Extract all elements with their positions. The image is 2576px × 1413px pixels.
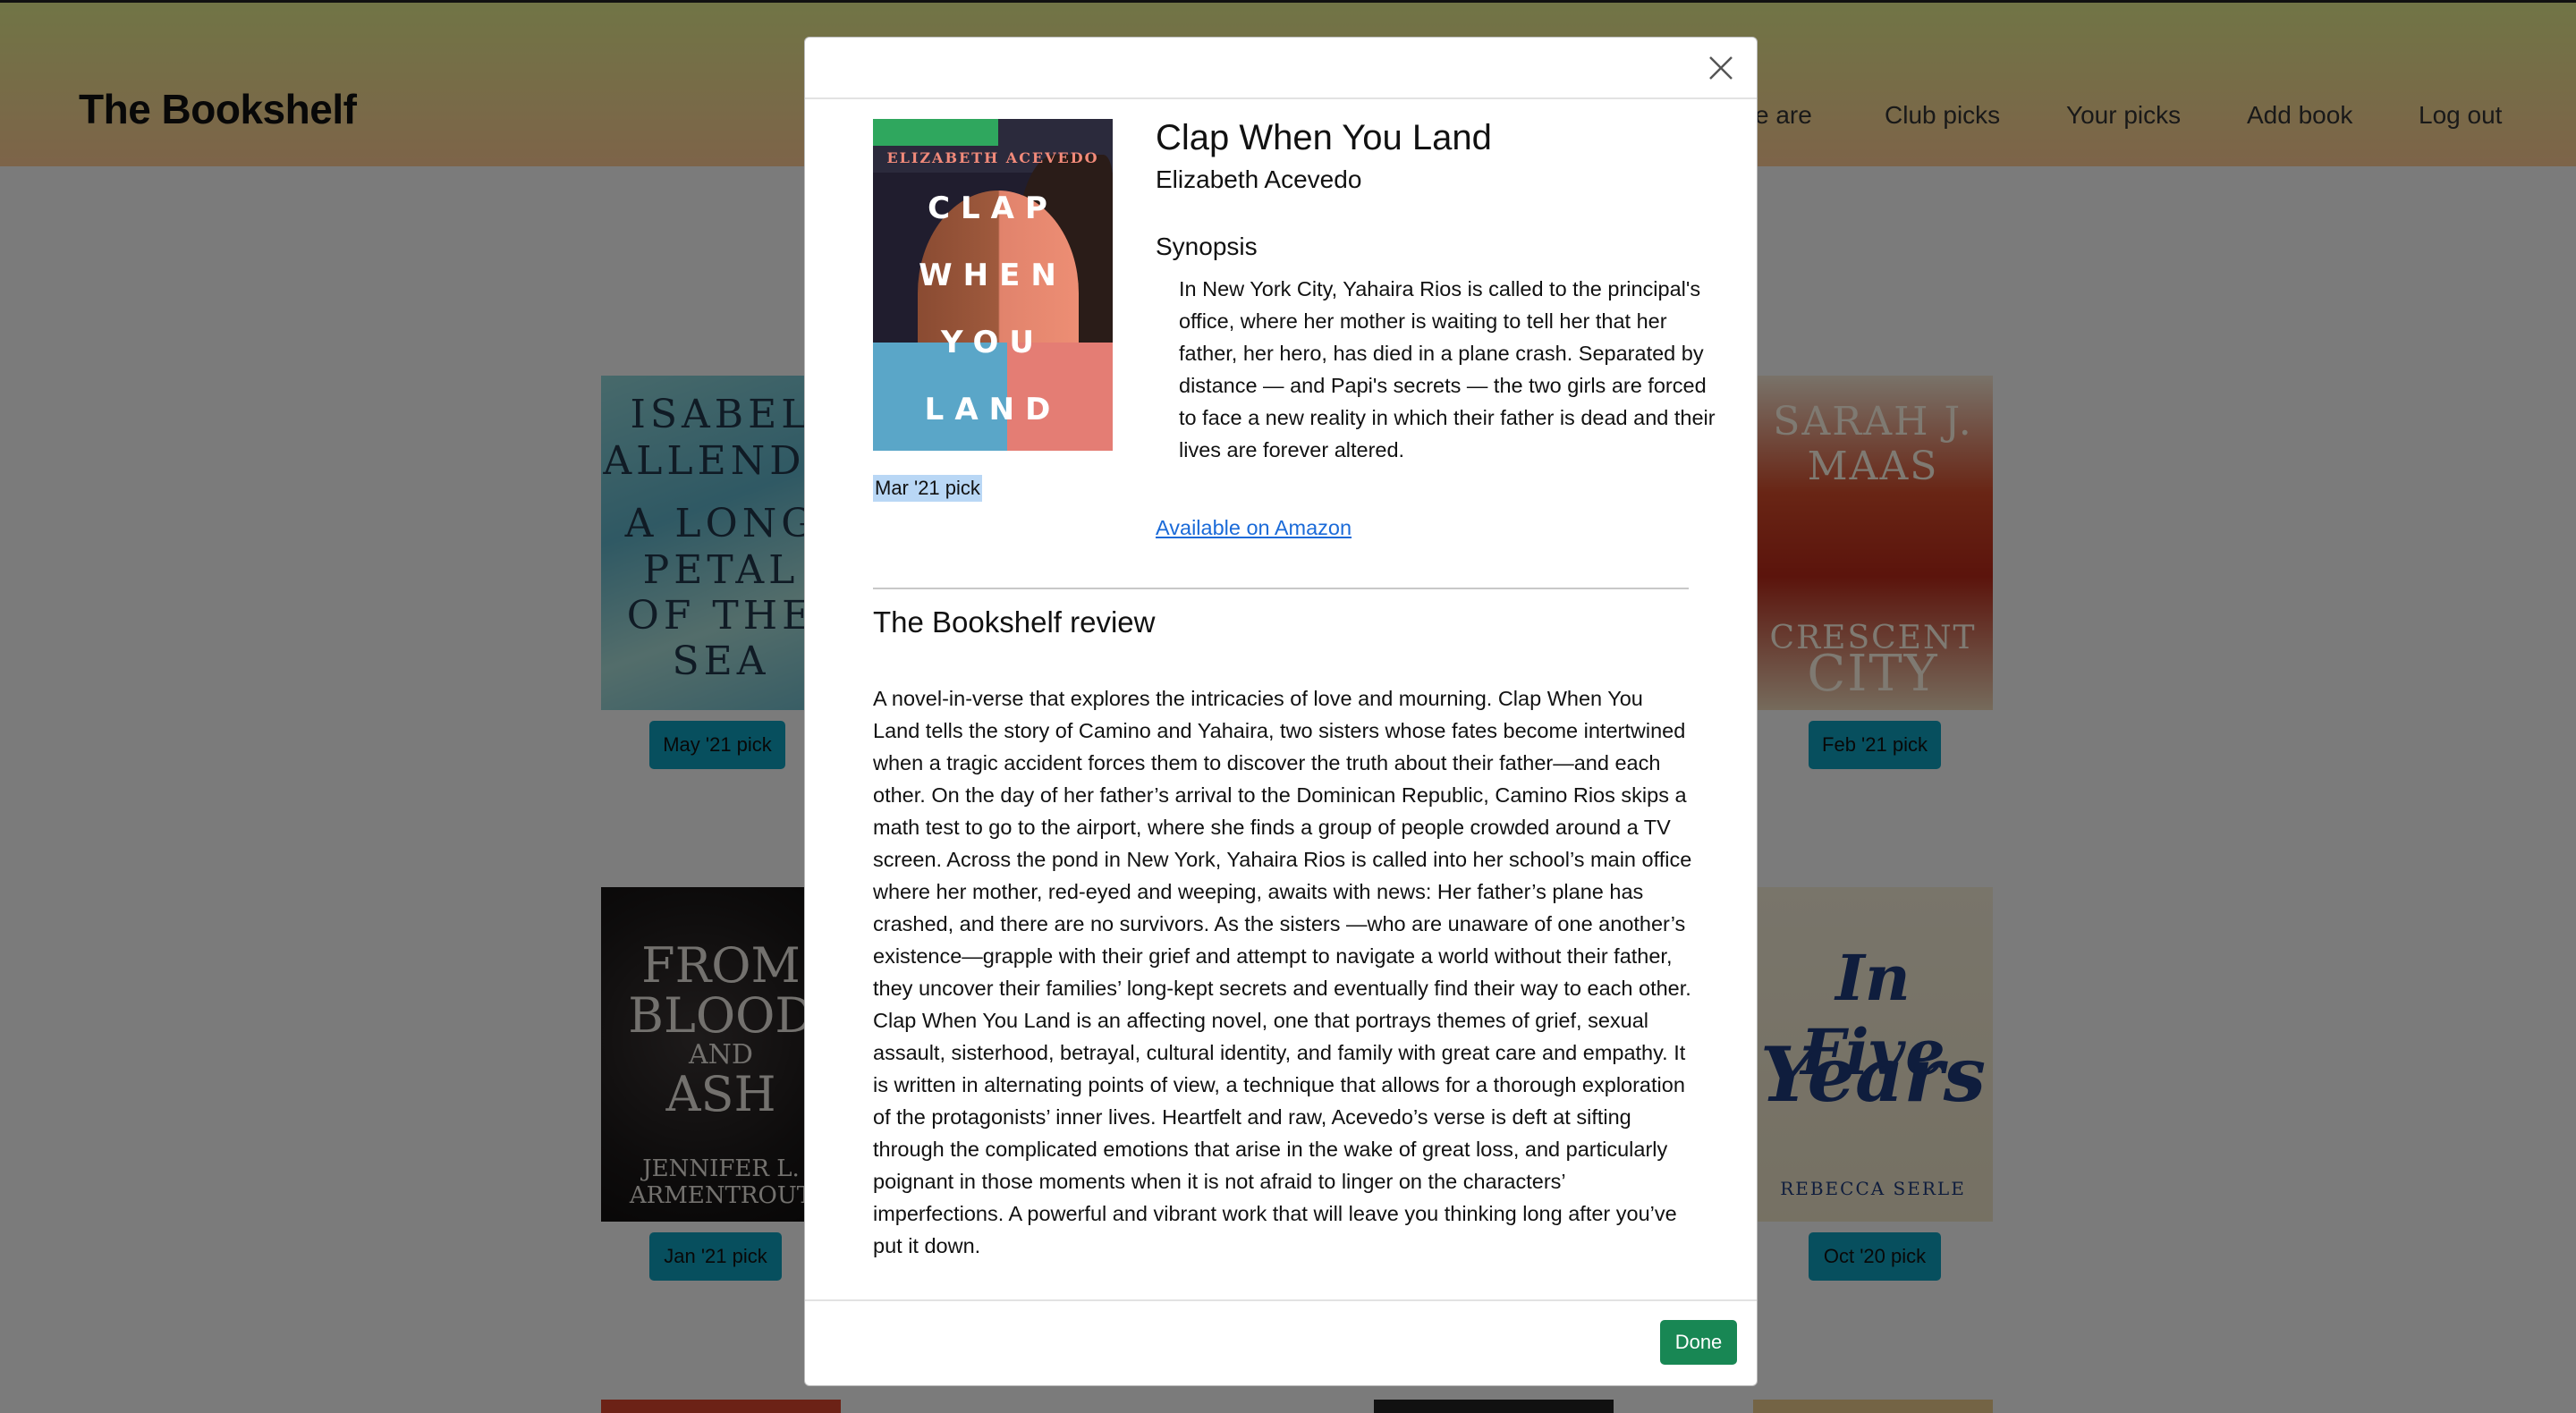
cover-word: CLAP	[928, 190, 1058, 226]
cover-word: LAND	[924, 392, 1062, 427]
close-button[interactable]	[1699, 47, 1742, 89]
review-text: A novel-in-verse that explores the intri…	[873, 687, 1692, 1257]
cover-author: ELIZABETH ACEVEDO	[886, 149, 1099, 166]
pick-label: Mar '21 pick	[873, 475, 982, 502]
review-heading: The Bookshelf review	[873, 605, 1156, 639]
amazon-link[interactable]: Available on Amazon	[1156, 516, 1352, 540]
book-cover-image: ELIZABETH ACEVEDO CLAP WHEN YOU LAND	[873, 119, 1113, 451]
book-detail-modal: ELIZABETH ACEVEDO CLAP WHEN YOU LAND Mar…	[804, 37, 1758, 1386]
book-author: Elizabeth Acevedo	[1156, 165, 1362, 193]
synopsis-text: In New York City, Yahaira Rios is called…	[1179, 277, 1716, 461]
cover-word: YOU	[941, 325, 1045, 360]
done-button[interactable]: Done	[1660, 1320, 1737, 1365]
synopsis-heading: Synopsis	[1156, 233, 1258, 260]
modal-header	[805, 38, 1757, 99]
modal-footer-divider	[805, 1299, 1757, 1301]
book-title: Clap When You Land	[1156, 118, 1492, 157]
divider	[873, 588, 1689, 589]
cover-word: WHEN	[919, 258, 1067, 293]
close-icon	[1709, 56, 1733, 80]
